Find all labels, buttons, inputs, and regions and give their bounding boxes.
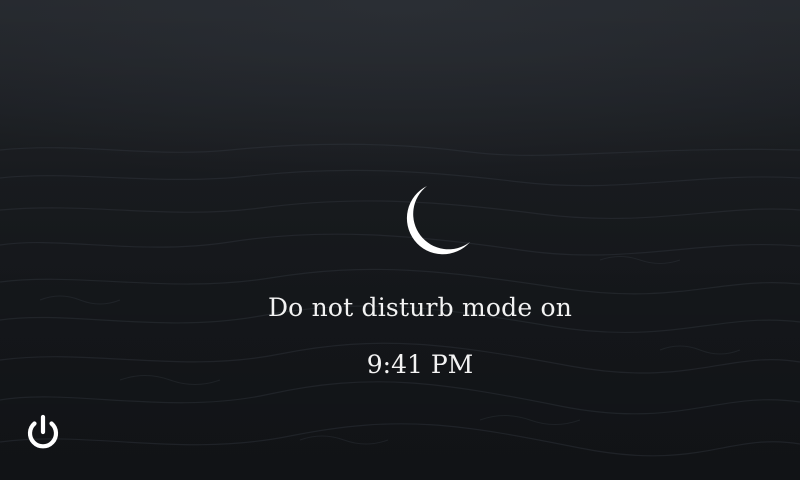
dnd-status-message: Do not disturb mode on bbox=[267, 293, 573, 322]
power-icon[interactable] bbox=[22, 412, 64, 454]
moon-icon bbox=[406, 186, 470, 255]
lock-screen: Do not disturb mode on 9:41 PM bbox=[0, 0, 800, 480]
clock-time: 9:41 PM bbox=[366, 350, 474, 379]
